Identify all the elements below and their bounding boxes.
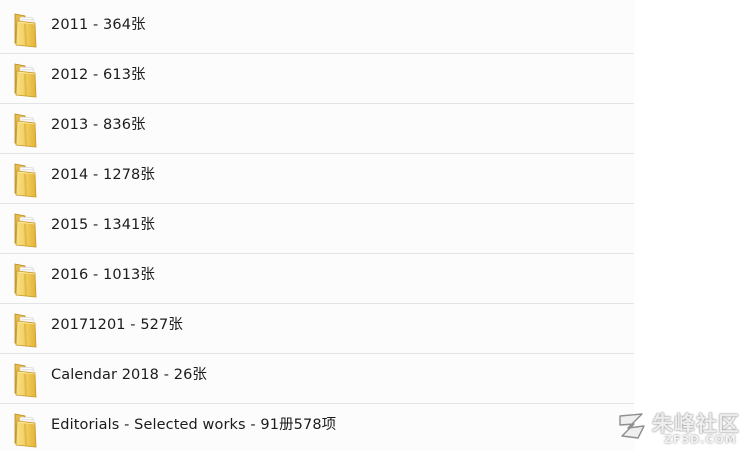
folder-name: 2015 - 1341张	[51, 217, 155, 233]
folder-icon	[12, 112, 38, 148]
folder-row-2014[interactable]: 2014 - 1278张	[0, 154, 634, 204]
folder-row-20171201[interactable]: 20171201 - 527张	[0, 304, 634, 354]
folder-row-2016[interactable]: 2016 - 1013张	[0, 254, 634, 304]
folder-icon	[12, 312, 38, 348]
folder-icon	[12, 62, 38, 98]
folder-name: 2013 - 836张	[51, 117, 146, 133]
folder-list: 2011 - 364张 2012 - 613张 2013 - 836张 2014…	[0, 0, 634, 451]
folder-name: 2011 - 364张	[51, 17, 146, 33]
folder-row-calendar-2018[interactable]: Calendar 2018 - 26张	[0, 354, 634, 404]
folder-name: 2012 - 613张	[51, 67, 146, 83]
folder-icon	[12, 12, 38, 48]
folder-icon	[12, 212, 38, 248]
folder-name: 2014 - 1278张	[51, 167, 155, 183]
folder-name: 2016 - 1013张	[51, 267, 155, 283]
folder-row-2012[interactable]: 2012 - 613张	[0, 54, 634, 104]
folder-row-2015[interactable]: 2015 - 1341张	[0, 204, 634, 254]
folder-name: 20171201 - 527张	[51, 317, 183, 333]
folder-row-2013[interactable]: 2013 - 836张	[0, 104, 634, 154]
folder-row-2011[interactable]: 2011 - 364张	[0, 4, 634, 54]
folder-icon	[12, 162, 38, 198]
zf-logo-icon	[619, 413, 645, 439]
watermark-subtext: ZF3D.COM	[664, 433, 737, 446]
folder-name: Editorials - Selected works - 91册578项	[51, 417, 337, 433]
folder-icon	[12, 412, 38, 448]
folder-icon	[12, 362, 38, 398]
folder-name: Calendar 2018 - 26张	[51, 367, 208, 383]
folder-row-editorials[interactable]: Editorials - Selected works - 91册578项	[0, 404, 634, 454]
folder-icon	[12, 262, 38, 298]
watermark: 朱峰社区 ZF3D.COM	[616, 406, 746, 448]
